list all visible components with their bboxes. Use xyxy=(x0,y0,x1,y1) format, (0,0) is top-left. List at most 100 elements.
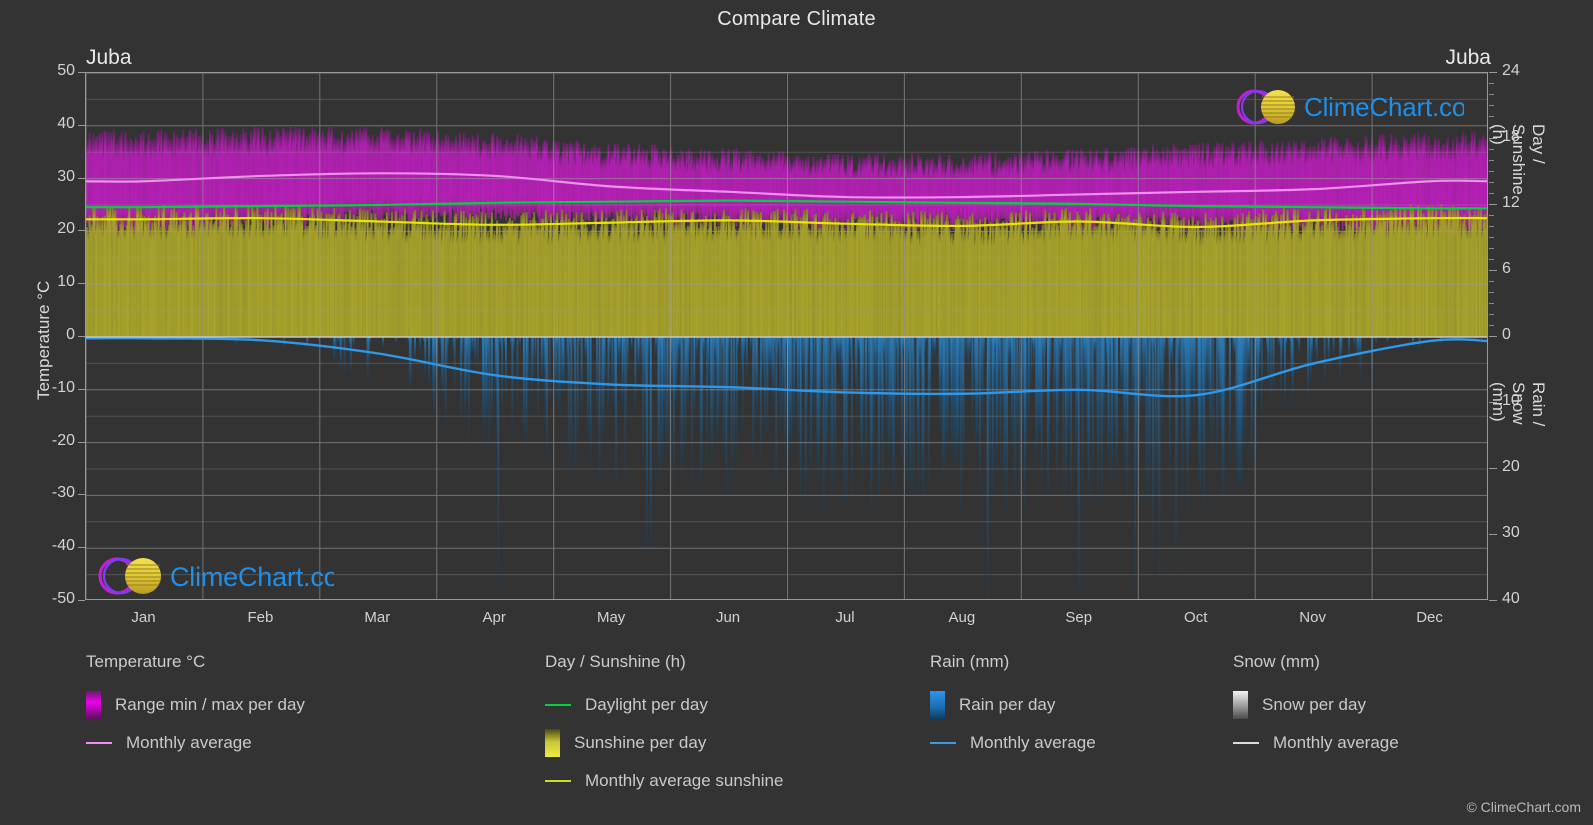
x-tick-dec: Dec xyxy=(1416,609,1443,626)
swatch-temp-range xyxy=(86,691,101,719)
climechart-logo-icon-2: ClimeChart.com xyxy=(98,557,334,595)
y-tick-mark-left-8 xyxy=(78,494,85,496)
y-tick-left-2: 30 xyxy=(57,167,75,185)
swatch-temp-avg xyxy=(86,742,112,744)
swatch-rain-avg xyxy=(930,742,956,744)
plot-svg xyxy=(86,73,1487,599)
y-tick-mark-left-2 xyxy=(78,177,85,179)
y-tick-mark-left-7 xyxy=(78,441,85,443)
y-minor-tick-right xyxy=(1489,303,1494,304)
legend-label-snow: Snow per day xyxy=(1262,695,1366,714)
y-minor-tick-right xyxy=(1489,83,1494,84)
y-minor-tick-right xyxy=(1489,226,1494,227)
y-tick-mark-left-10 xyxy=(78,600,85,601)
x-tick-jul: Jul xyxy=(835,609,855,626)
legend-item-rain[interactable]: Rain per day xyxy=(930,686,1220,724)
y-tick-mark-right-bot-3 xyxy=(1489,534,1497,535)
legend-rain: Rain (mm) Rain per day Monthly average xyxy=(930,652,1220,762)
y-tick-mark-right-top-3 xyxy=(1489,270,1497,271)
y-minor-tick-right xyxy=(1489,281,1494,282)
watermark-text: ClimeChart.com xyxy=(1304,92,1464,122)
legend-item-daylight[interactable]: Daylight per day xyxy=(545,686,945,724)
y-tick-right-top-3: 6 xyxy=(1502,260,1511,277)
y-tick-left-0: 50 xyxy=(57,62,75,79)
y-minor-tick-right xyxy=(1489,94,1494,95)
legend-item-snow[interactable]: Snow per day xyxy=(1233,686,1533,724)
copyright-text: © ClimeChart.com xyxy=(1466,799,1581,815)
watermark-logo-top: ClimeChart.com xyxy=(1232,85,1464,129)
legend-daysun: Day / Sunshine (h) Daylight per day Suns… xyxy=(545,652,945,800)
y-axis-right-top-title: Day / Sunshine (h) xyxy=(1489,124,1548,195)
y-tick-mark-right-top-4 xyxy=(1489,336,1497,337)
swatch-snow xyxy=(1233,691,1248,719)
location-label-left: Juba xyxy=(86,46,132,69)
x-tick-aug: Aug xyxy=(948,609,976,626)
climechart-logo-icon: ClimeChart.com xyxy=(1236,89,1464,125)
legend-item-temp-avg[interactable]: Monthly average xyxy=(86,724,516,762)
legend-item-rain-avg[interactable]: Monthly average xyxy=(930,724,1220,762)
x-tick-sep: Sep xyxy=(1065,609,1093,626)
legend-label-sunshine-avg: Monthly average sunshine xyxy=(585,771,784,790)
x-tick-feb: Feb xyxy=(247,609,274,626)
y-tick-left-7: -20 xyxy=(51,431,75,449)
y-minor-tick-right xyxy=(1489,248,1494,249)
y-minor-tick-right xyxy=(1489,314,1494,315)
swatch-daylight xyxy=(545,704,571,706)
legend-label-snow-avg: Monthly average xyxy=(1273,733,1399,752)
legend-snow: Snow (mm) Snow per day Monthly average xyxy=(1233,652,1533,762)
legend-heading-daysun: Day / Sunshine (h) xyxy=(545,652,686,671)
x-tick-nov: Nov xyxy=(1299,609,1326,626)
legend-heading-temperature: Temperature °C xyxy=(86,652,206,671)
legend-label-rain-avg: Monthly average xyxy=(970,733,1096,752)
legend-temperature: Temperature °C Range min / max per day M… xyxy=(86,652,516,762)
y-tick-mark-left-5 xyxy=(78,336,85,337)
legend-heading-snow: Snow (mm) xyxy=(1233,652,1320,671)
y-tick-mark-left-6 xyxy=(78,388,85,390)
x-tick-oct: Oct xyxy=(1184,609,1208,626)
y-minor-tick-right xyxy=(1489,259,1494,260)
y-tick-right-bot-4: 40 xyxy=(1502,590,1520,607)
y-tick-right-top-2: 12 xyxy=(1502,194,1520,211)
legend-label-daylight: Daylight per day xyxy=(585,695,708,714)
y-tick-left-1: 40 xyxy=(57,114,75,132)
x-tick-mar: Mar xyxy=(364,609,391,626)
y-minor-tick-right xyxy=(1489,292,1494,293)
y-tick-mark-left-0 xyxy=(78,72,85,73)
y-tick-mark-right-bot-4 xyxy=(1489,600,1497,601)
y-tick-left-10: -50 xyxy=(51,590,75,607)
page-title: Compare Climate xyxy=(717,8,876,30)
y-tick-mark-left-9 xyxy=(78,547,85,549)
x-tick-jan: Jan xyxy=(131,609,156,626)
plot-area: ClimeChart.com ClimeChart.com xyxy=(85,72,1488,600)
y-minor-tick-right xyxy=(1489,237,1494,238)
y-minor-tick-right xyxy=(1489,325,1494,326)
x-tick-may: May xyxy=(596,609,626,626)
y-tick-left-8: -30 xyxy=(51,484,75,502)
y-tick-mark-right-top-2 xyxy=(1489,204,1497,205)
legend-item-temp-range[interactable]: Range min / max per day xyxy=(86,686,516,724)
y-tick-mark-right-bot-2 xyxy=(1489,468,1497,469)
y-tick-right-top-4: 0 xyxy=(1502,326,1511,343)
legend-item-sunshine[interactable]: Sunshine per day xyxy=(545,724,945,762)
y-tick-right-bot-3: 30 xyxy=(1502,524,1520,541)
legend-item-sunshine-avg[interactable]: Monthly average sunshine xyxy=(545,762,945,800)
y-axis-right-bottom-title: Rain / Snow (mm) xyxy=(1489,382,1548,427)
legend-item-snow-avg[interactable]: Monthly average xyxy=(1233,724,1533,762)
x-tick-jun: Jun xyxy=(715,609,741,626)
watermark-text-2: ClimeChart.com xyxy=(170,562,334,592)
y-tick-mark-left-4 xyxy=(78,283,85,285)
swatch-rain xyxy=(930,691,945,719)
y-axis-left-title: Temperature °C xyxy=(34,280,53,400)
x-tick-apr: Apr xyxy=(482,609,506,626)
y-tick-right-bot-2: 20 xyxy=(1502,458,1520,475)
legend-heading-rain: Rain (mm) xyxy=(930,652,1010,671)
legend-label-rain: Rain per day xyxy=(959,695,1056,714)
legend-label-temp-range: Range min / max per day xyxy=(115,695,305,714)
y-minor-tick-right xyxy=(1489,116,1494,117)
y-minor-tick-right xyxy=(1489,215,1494,216)
swatch-snow-avg xyxy=(1233,742,1259,744)
y-minor-tick-right xyxy=(1489,105,1494,106)
climate-chart-page: Compare Climate Juba Juba ClimeChart.c C… xyxy=(0,0,1593,825)
y-tick-mark-left-1 xyxy=(78,124,85,126)
y-tick-mark-left-3 xyxy=(78,230,85,232)
